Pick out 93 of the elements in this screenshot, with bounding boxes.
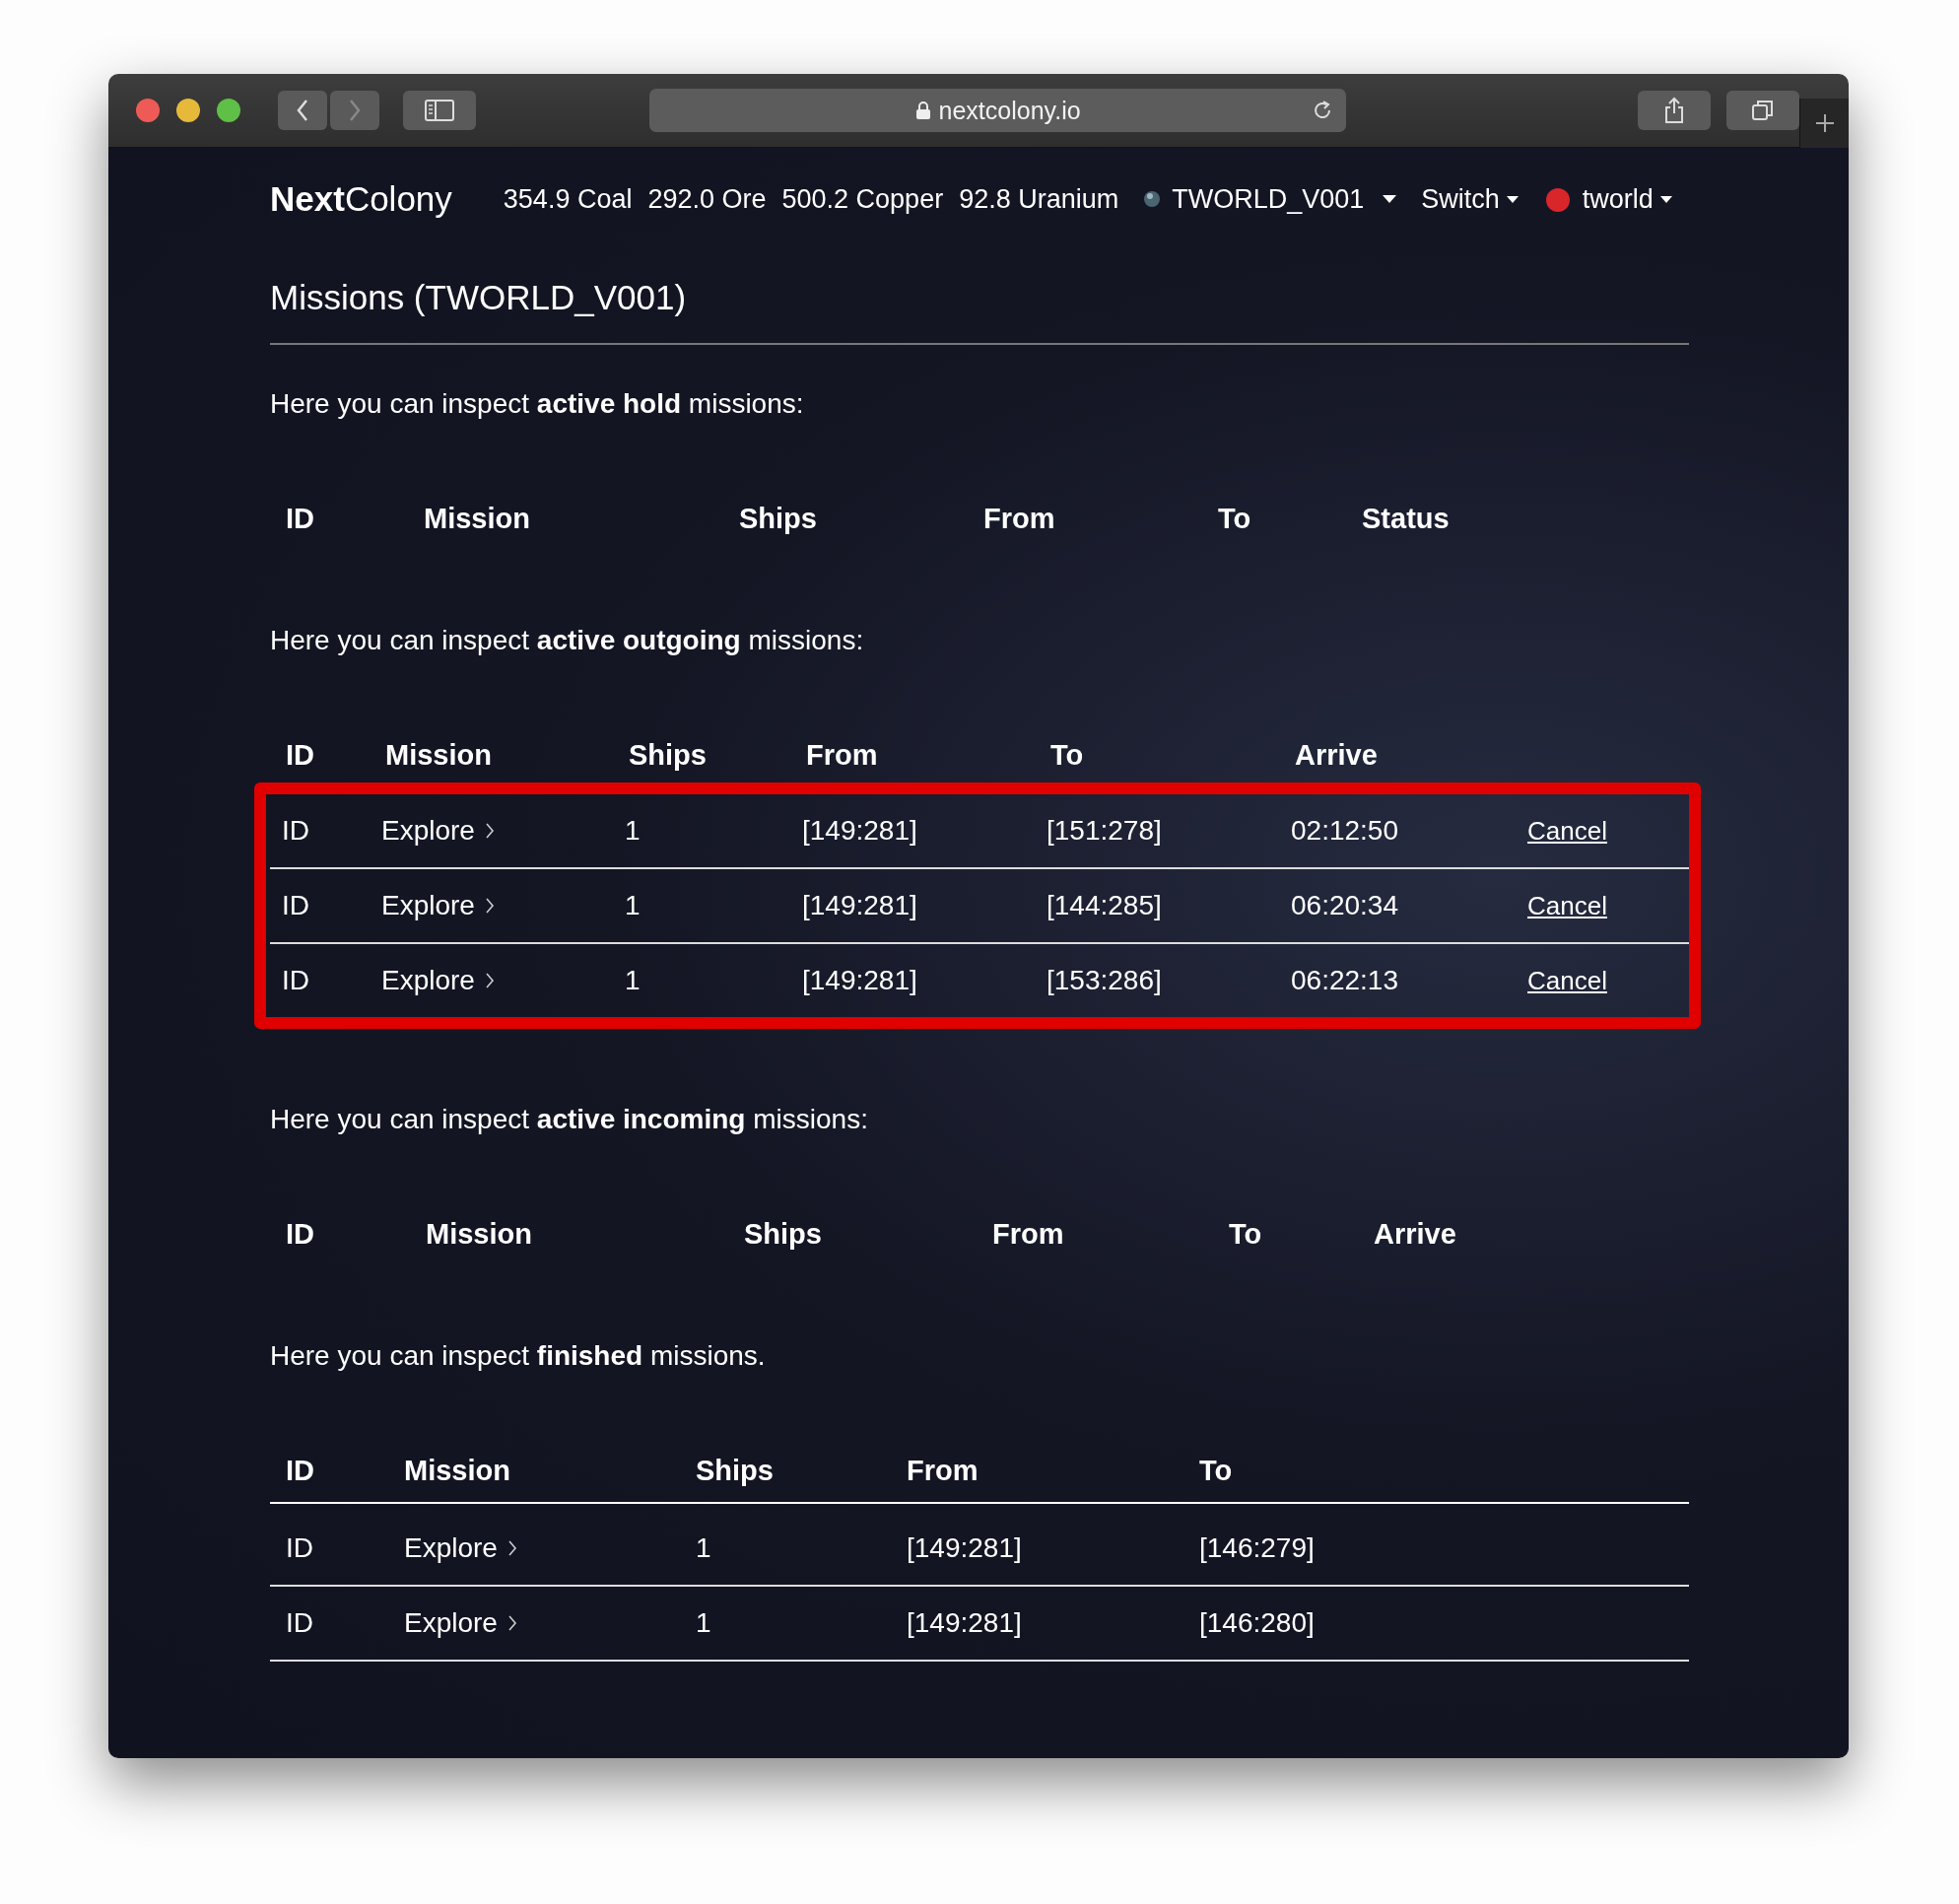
switch-dropdown[interactable]: Switch: [1421, 183, 1520, 215]
column-header: To: [1229, 1217, 1262, 1251]
chevron-right-icon: [484, 972, 495, 989]
table-cell: ID: [286, 1607, 313, 1639]
table-cell: [149:281]: [802, 890, 917, 921]
table-cell: ID: [286, 1532, 313, 1564]
resource-amount: 292.0 Ore: [647, 183, 767, 215]
table-cell: 06:20:34: [1291, 890, 1398, 921]
column-header: ID: [286, 1454, 314, 1487]
chevron-right-icon: [484, 822, 495, 840]
mission-link[interactable]: Explore: [404, 1532, 517, 1564]
column-header: From: [806, 738, 878, 772]
plus-icon: [1813, 112, 1836, 134]
section-description: Here you can inspect finished missions.: [270, 1340, 767, 1372]
table-cell: 1: [696, 1532, 711, 1564]
table-cell: [146:279]: [1199, 1532, 1315, 1564]
resource-amount: 92.8 Uranium: [959, 183, 1119, 215]
resource-amount: 500.2 Copper: [781, 183, 944, 215]
window-control-button[interactable]: [217, 99, 240, 122]
table-cell: [144:285]: [1047, 890, 1162, 921]
tabs-button[interactable]: [1726, 91, 1800, 130]
section-description: Here you can inspect active incoming missions:: [270, 1104, 869, 1135]
column-header: Ships: [629, 738, 707, 772]
back-button[interactable]: [278, 91, 327, 130]
table-cell: ID: [282, 815, 309, 847]
table-cell: [149:281]: [907, 1532, 1022, 1564]
section-description: Here you can inspect active hold missions:: [270, 388, 805, 420]
table-cell: 02:12:50: [1291, 815, 1398, 847]
table-cell: [151:278]: [1047, 815, 1162, 847]
mission-link[interactable]: Explore: [381, 815, 495, 847]
chevron-right-icon: [348, 99, 362, 122]
table-cell: [146:280]: [1199, 1607, 1315, 1639]
url-text: nextcolony.io: [938, 96, 1081, 125]
chevron-right-icon: [507, 1614, 517, 1632]
column-header: From: [983, 502, 1055, 535]
caret-icon: [1382, 194, 1398, 204]
mission-link[interactable]: Explore: [381, 890, 495, 921]
lock-icon: [914, 101, 931, 120]
table-cell: 1: [625, 890, 641, 921]
cancel-link[interactable]: Cancel: [1527, 815, 1607, 847]
column-header: Ships: [744, 1217, 822, 1251]
table-cell: ID: [282, 890, 309, 921]
table-cell: 1: [696, 1607, 711, 1639]
mission-link[interactable]: Explore: [404, 1607, 517, 1639]
column-header: Mission: [426, 1217, 532, 1251]
tabs-icon: [1751, 99, 1776, 122]
table-cell: [149:281]: [802, 965, 917, 996]
share-button[interactable]: [1638, 91, 1712, 130]
sidebar-icon: [424, 100, 454, 121]
chevron-left-icon: [296, 99, 309, 122]
site-logo[interactable]: NextColony: [270, 179, 452, 219]
column-header: ID: [286, 502, 314, 535]
column-header: Arrive: [1374, 1217, 1456, 1251]
new-tab-button[interactable]: [1799, 99, 1849, 148]
column-header: Ships: [696, 1454, 774, 1487]
window-control-button[interactable]: [176, 99, 200, 122]
planet-dropdown[interactable]: TWORLD_V001: [1142, 183, 1398, 215]
table-cell: 1: [625, 815, 641, 847]
cancel-link[interactable]: Cancel: [1527, 890, 1607, 921]
address-bar[interactable]: nextcolony.io: [648, 89, 1347, 132]
mission-link[interactable]: Explore: [381, 965, 495, 996]
column-header: Status: [1362, 502, 1450, 535]
resource-amount: 354.9 Coal: [503, 183, 633, 215]
table-cell: [153:286]: [1047, 965, 1162, 996]
page-title: Missions (TWORLD_V001): [270, 277, 688, 318]
column-header: Mission: [404, 1454, 510, 1487]
column-header: To: [1050, 738, 1084, 772]
column-header: Arrive: [1295, 738, 1378, 772]
column-header: To: [1218, 502, 1251, 535]
section-description: Here you can inspect active outgoing missions:: [270, 625, 865, 656]
share-icon: [1663, 97, 1686, 124]
column-header: From: [992, 1217, 1064, 1251]
caret-icon: [1658, 194, 1673, 204]
table-cell: 06:22:13: [1291, 965, 1398, 996]
chevron-right-icon: [507, 1539, 517, 1557]
user-dropdown[interactable]: tworld: [1542, 183, 1673, 215]
table-cell: 1: [625, 965, 641, 996]
table-cell: [149:281]: [907, 1607, 1022, 1639]
window-control-button[interactable]: [136, 99, 160, 122]
column-header: To: [1199, 1454, 1233, 1487]
table-cell: ID: [282, 965, 309, 996]
caret-icon: [1505, 194, 1520, 204]
column-header: Ships: [739, 502, 817, 535]
column-header: From: [907, 1454, 979, 1487]
column-header: ID: [286, 738, 314, 772]
column-header: Mission: [385, 738, 492, 772]
column-header: ID: [286, 1217, 314, 1251]
column-header: Mission: [424, 502, 530, 535]
cancel-link[interactable]: Cancel: [1527, 965, 1607, 996]
table-cell: [149:281]: [802, 815, 917, 847]
sidebar-button[interactable]: [403, 91, 476, 130]
planet-icon: [1142, 189, 1163, 209]
chevron-right-icon: [484, 897, 495, 915]
